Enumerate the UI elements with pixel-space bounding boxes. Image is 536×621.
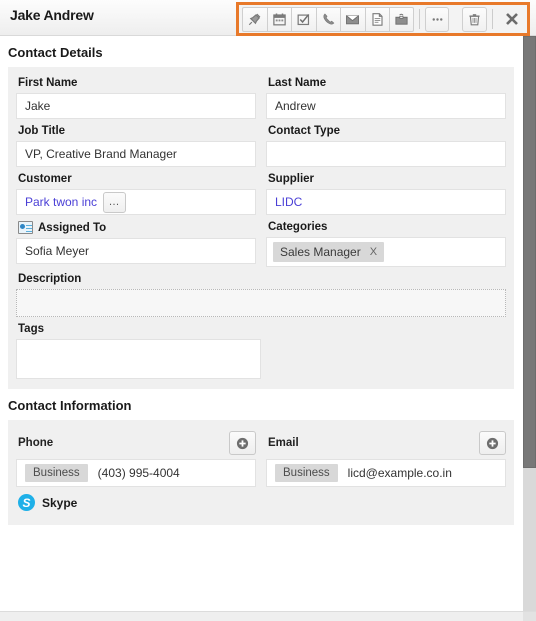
job-title-field-group: Job Title VP, Creative Brand Manager bbox=[16, 119, 256, 167]
add-phone-button[interactable] bbox=[229, 431, 256, 455]
more-options-icon bbox=[430, 12, 445, 27]
last-name-field-group: Last Name Andrew bbox=[266, 75, 506, 119]
toolbar-highlight-box bbox=[236, 2, 530, 36]
plus-circle-icon bbox=[486, 437, 499, 449]
action-toolbar bbox=[239, 5, 527, 33]
contact-type-label: Contact Type bbox=[268, 125, 340, 137]
toolbar-divider-1 bbox=[418, 9, 420, 29]
name-row: First Name Jake Last Name Andrew bbox=[16, 75, 506, 119]
customer-label: Customer bbox=[18, 173, 72, 185]
section-title-contact-details: Contact Details bbox=[8, 45, 103, 60]
note-icon-button[interactable] bbox=[364, 6, 390, 32]
company-row: Customer Park twon inc … Supplier LIDC bbox=[16, 167, 506, 215]
phone-type-badge[interactable]: Business bbox=[25, 464, 88, 482]
tags-input[interactable] bbox=[16, 339, 261, 379]
briefcase-icon bbox=[394, 12, 409, 27]
vertical-scrollbar-thumb[interactable] bbox=[523, 36, 536, 468]
categories-field-group: Categories Sales Manager X bbox=[266, 215, 506, 267]
phone-label: Phone bbox=[18, 437, 54, 449]
phone-icon bbox=[321, 12, 336, 27]
phone-field-group: Phone Business (403) 995-4004 S Skype bbox=[16, 428, 256, 515]
description-label: Description bbox=[18, 273, 82, 285]
scrollbar-corner bbox=[523, 612, 536, 621]
first-name-field-group: First Name Jake bbox=[16, 75, 256, 119]
phone-number-text: (403) 995-4004 bbox=[97, 466, 180, 480]
contact-card-icon bbox=[18, 221, 33, 234]
phone-value-row[interactable]: Business (403) 995-4004 bbox=[16, 459, 256, 487]
customer-browse-button[interactable]: … bbox=[103, 191, 127, 213]
categories-input[interactable]: Sales Manager X bbox=[266, 237, 506, 267]
task-check-icon bbox=[296, 12, 311, 27]
assignment-row: Assigned To Sofia Meyer Categories Sales… bbox=[16, 215, 506, 267]
customer-field-group: Customer Park twon inc … bbox=[16, 167, 256, 215]
record-scroll-area: Contact Details First Name Jake Last Nam… bbox=[0, 36, 536, 621]
email-type-badge[interactable]: Business bbox=[275, 464, 338, 482]
first-name-label: First Name bbox=[18, 77, 78, 89]
category-chip-remove-icon[interactable]: X bbox=[370, 246, 377, 258]
bottom-strip bbox=[0, 611, 536, 621]
close-icon bbox=[504, 11, 520, 27]
more-options-button[interactable] bbox=[424, 6, 450, 32]
phone-label-row: Phone bbox=[16, 428, 256, 459]
skype-icon: S bbox=[18, 494, 35, 511]
job-title-label: Job Title bbox=[18, 125, 66, 137]
email-icon-button[interactable] bbox=[340, 6, 365, 32]
calendar-icon-button[interactable] bbox=[266, 6, 292, 32]
assigned-to-label-text: Assigned To bbox=[38, 221, 107, 234]
tags-field-group: Tags bbox=[16, 317, 261, 379]
skype-row[interactable]: S Skype bbox=[16, 487, 256, 515]
email-label: Email bbox=[268, 437, 299, 449]
contact-type-input[interactable] bbox=[266, 141, 506, 167]
supplier-input[interactable]: LIDC bbox=[266, 189, 506, 215]
tags-label: Tags bbox=[18, 323, 44, 335]
toolbar-divider-2 bbox=[491, 9, 493, 29]
email-field-group: Email Business licd@example.co.in bbox=[266, 428, 506, 515]
section-title-contact-information: Contact Information bbox=[8, 398, 132, 413]
envelope-icon bbox=[345, 12, 360, 27]
assigned-to-field-group: Assigned To Sofia Meyer bbox=[16, 215, 256, 267]
description-input[interactable] bbox=[16, 289, 506, 317]
page-title: Jake Andrew bbox=[10, 7, 94, 23]
close-button[interactable] bbox=[500, 7, 524, 32]
last-name-label: Last Name bbox=[268, 77, 327, 89]
assigned-to-input[interactable]: Sofia Meyer bbox=[16, 238, 256, 264]
category-chip-label: Sales Manager bbox=[280, 245, 361, 259]
customer-input[interactable]: Park twon inc … bbox=[16, 189, 256, 215]
plus-circle-icon bbox=[236, 437, 249, 449]
supplier-label: Supplier bbox=[268, 173, 315, 185]
phone-icon-button[interactable] bbox=[315, 6, 341, 32]
contact-information-panel: Phone Business (403) 995-4004 S Skype Em… bbox=[8, 420, 514, 525]
job-row: Job Title VP, Creative Brand Manager Con… bbox=[16, 119, 506, 167]
trash-icon bbox=[467, 12, 482, 27]
customer-link[interactable]: Park twon inc bbox=[25, 195, 97, 209]
skype-label: Skype bbox=[42, 495, 78, 510]
record-header: Jake Andrew bbox=[0, 0, 536, 36]
document-icon bbox=[370, 12, 385, 27]
last-name-input[interactable]: Andrew bbox=[266, 93, 506, 119]
email-value-row[interactable]: Business licd@example.co.in bbox=[266, 459, 506, 487]
email-label-row: Email bbox=[266, 428, 506, 459]
first-name-input[interactable]: Jake bbox=[16, 93, 256, 119]
opportunity-icon-button[interactable] bbox=[389, 6, 414, 32]
contact-type-field-group: Contact Type bbox=[266, 119, 506, 167]
calendar-icon bbox=[272, 12, 287, 27]
pin-icon-button[interactable] bbox=[242, 6, 267, 32]
job-title-input[interactable]: VP, Creative Brand Manager bbox=[16, 141, 256, 167]
category-chip[interactable]: Sales Manager X bbox=[273, 242, 385, 262]
add-email-button[interactable] bbox=[479, 431, 506, 455]
contact-details-panel: First Name Jake Last Name Andrew Job Tit… bbox=[8, 67, 514, 389]
email-address-text: licd@example.co.in bbox=[347, 466, 452, 480]
delete-button[interactable] bbox=[462, 6, 487, 32]
pin-icon bbox=[247, 12, 262, 27]
assigned-to-label: Assigned To bbox=[16, 215, 256, 238]
categories-label: Categories bbox=[268, 221, 328, 233]
task-icon-button[interactable] bbox=[291, 6, 316, 32]
contact-methods-row: Phone Business (403) 995-4004 S Skype Em… bbox=[16, 428, 506, 515]
supplier-field-group: Supplier LIDC bbox=[266, 167, 506, 215]
record-content: Contact Details First Name Jake Last Nam… bbox=[0, 36, 522, 525]
description-field-group: Description bbox=[16, 267, 506, 317]
